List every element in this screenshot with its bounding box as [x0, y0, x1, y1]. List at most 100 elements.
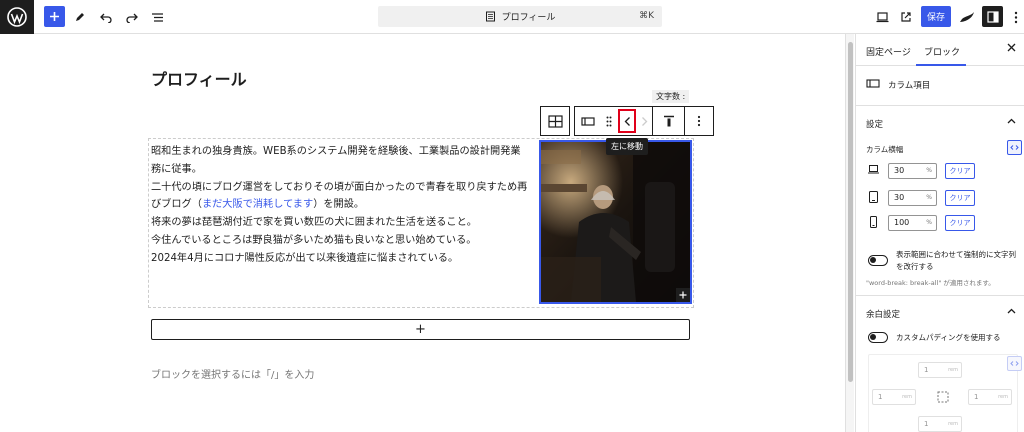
editor-app: プロフィール ⌘K 保存 プロフィール 文字数 : 昭和生まれの独身貴族。WEB…: [0, 0, 1024, 432]
block-placeholder[interactable]: ブロックを選択するには「/」を入力: [151, 366, 314, 381]
desktop-preview-icon[interactable]: [872, 7, 892, 27]
settings-sidebar: 固定ページ ブロック カラム項目 設定 カラム横幅 30 % クリア 30 % …: [855, 34, 1024, 432]
blog-link[interactable]: まだ大阪で消耗してます: [202, 199, 313, 210]
spacing-title[interactable]: 余白設定: [866, 308, 900, 320]
chevron-up-icon[interactable]: [1007, 308, 1016, 314]
top-toolbar: プロフィール ⌘K 保存: [0, 0, 1024, 34]
add-block-button[interactable]: [44, 6, 65, 27]
profile-photo: [541, 142, 690, 302]
plus-icon: [50, 12, 59, 21]
wordbreak-toggle[interactable]: [868, 255, 888, 266]
width-input-desktop[interactable]: 30 %: [888, 163, 937, 179]
padding-bottom-input[interactable]: 1 rem: [918, 416, 962, 432]
settings-title[interactable]: 設定: [866, 118, 883, 130]
padding-top-input[interactable]: 1 rem: [918, 362, 962, 378]
paragraph-block[interactable]: 昭和生まれの独身貴族。WEB系のシステム開発を経験後、工業製品の設計開発業務に従…: [151, 143, 529, 268]
external-view-icon[interactable]: [896, 7, 916, 27]
spacing-panel: 余白設定 カスタムパディングを使用する 1 rem 1 rem 1 rem 1 …: [856, 296, 1024, 432]
block-toolbar: [540, 106, 714, 136]
wordbreak-note: "word-break: break-all" が適用されます。: [866, 279, 995, 287]
padding-unit: rem: [902, 394, 912, 400]
link-values-icon[interactable]: [1007, 140, 1022, 155]
paragraph-line: 今住んでいるところは野良猫が多いため猫も良いなと思い始めている。: [151, 234, 477, 246]
pen-icon[interactable]: [70, 7, 90, 27]
scrollbar-thumb[interactable]: [848, 42, 853, 382]
width-input-mobile[interactable]: 100 %: [888, 215, 937, 231]
block-controls-group: [574, 106, 714, 136]
wordpress-logo-icon[interactable]: [0, 0, 34, 34]
save-button[interactable]: 保存: [921, 6, 951, 27]
mobile-icon: [870, 216, 877, 228]
block-card: カラム項目: [856, 66, 1024, 106]
chevron-left-icon: [624, 116, 630, 126]
settings-panel: 設定 カラム横幅 30 % クリア 30 % クリア 100 % クリア 表示範…: [856, 106, 1024, 296]
width-unit: %: [926, 219, 932, 226]
block-name: カラム項目: [888, 81, 931, 91]
more-vertical-icon: [697, 115, 701, 127]
tablet-icon: [869, 191, 878, 203]
sidebar-tabs: 固定ページ ブロック: [856, 34, 1024, 66]
style-icon[interactable]: [957, 7, 977, 27]
clear-button[interactable]: クリア: [945, 215, 975, 231]
redo-icon[interactable]: [121, 7, 141, 27]
paragraph-line: 二十代の頃にブログ運営をしておりその頃が面白かったので青春を取り戻すため再びブロ…: [151, 179, 529, 215]
plus-icon: [679, 291, 687, 299]
columns-icon: [547, 114, 563, 128]
page-title[interactable]: プロフィール: [151, 66, 247, 90]
undo-icon[interactable]: [96, 7, 116, 27]
vertical-align-button[interactable]: [653, 107, 685, 135]
padding-right-input[interactable]: 1 rem: [968, 389, 1012, 405]
align-top-icon: [663, 115, 674, 127]
padding-center-icon: [936, 390, 950, 404]
width-value: 100: [894, 218, 910, 227]
clear-button[interactable]: クリア: [945, 190, 975, 206]
padding-unit: rem: [998, 394, 1008, 400]
paragraph-line: 2024年4月にコロナ陽性反応が出て以来後遺症に悩まされている。: [151, 252, 459, 264]
custom-padding-label: カスタムパディングを使用する: [896, 333, 1001, 342]
width-input-tablet[interactable]: 30 %: [888, 190, 937, 206]
width-unit: %: [926, 194, 932, 201]
select-parent-button[interactable]: [541, 107, 569, 135]
drag-handle-icon[interactable]: [601, 107, 617, 135]
add-block-inline-button[interactable]: [676, 288, 690, 302]
more-icon[interactable]: [1006, 7, 1024, 27]
page-icon: [485, 11, 495, 22]
padding-value: 1: [974, 393, 979, 401]
list-view-icon[interactable]: [147, 7, 167, 27]
tooltip: 左に移動: [606, 138, 648, 155]
columns-block[interactable]: 昭和生まれの独身貴族。WEB系のシステム開発を経験後、工業製品の設計開発業務に従…: [148, 138, 694, 308]
command-palette-button[interactable]: プロフィール ⌘K: [378, 6, 662, 27]
width-unit: %: [926, 167, 932, 174]
command-title: プロフィール: [501, 13, 556, 23]
chevron-right-icon: [642, 116, 648, 126]
clear-button[interactable]: クリア: [945, 163, 975, 179]
move-right-button[interactable]: [637, 107, 653, 135]
paragraph-text: ）を開設。: [313, 199, 365, 211]
paragraph-line: 昭和生まれの独身貴族。WEB系のシステム開発を経験後、工業製品の設計開発業務に従…: [151, 146, 521, 175]
custom-padding-toggle[interactable]: [868, 332, 888, 343]
padding-left-input[interactable]: 1 rem: [872, 389, 916, 405]
editor-canvas: プロフィール 文字数 : 昭和生まれの独身貴族。WEB系のシステム開発を経験後、…: [0, 34, 845, 432]
padding-unit: rem: [948, 421, 958, 427]
parent-block-group: [540, 106, 570, 136]
chevron-up-icon[interactable]: [1007, 118, 1016, 124]
tab-block[interactable]: ブロック: [924, 45, 960, 58]
tab-page[interactable]: 固定ページ: [866, 45, 911, 58]
link-padding-icon[interactable]: [1007, 356, 1022, 371]
image-block[interactable]: [539, 140, 692, 304]
close-icon[interactable]: [1007, 43, 1016, 52]
move-left-button[interactable]: [618, 109, 636, 133]
canvas-scrollbar[interactable]: [845, 34, 854, 432]
padding-value: 1: [878, 393, 883, 401]
paragraph-line: 将来の夢は琵琶湖付近で家を買い数匹の犬に囲まれた生活を送ること。: [151, 217, 477, 229]
settings-icon[interactable]: [982, 6, 1003, 27]
column-block-icon: [866, 79, 880, 88]
block-options-button[interactable]: [685, 107, 713, 135]
wordbreak-label: 表示範囲に合わせて強制的に文字列を改行する: [896, 250, 1016, 271]
command-shortcut: ⌘K: [639, 11, 654, 21]
padding-unit: rem: [948, 367, 958, 373]
width-value: 30: [894, 166, 905, 175]
padding-value: 1: [924, 420, 929, 428]
block-appender-button[interactable]: +: [151, 319, 690, 340]
column-block-icon[interactable]: [575, 107, 601, 135]
